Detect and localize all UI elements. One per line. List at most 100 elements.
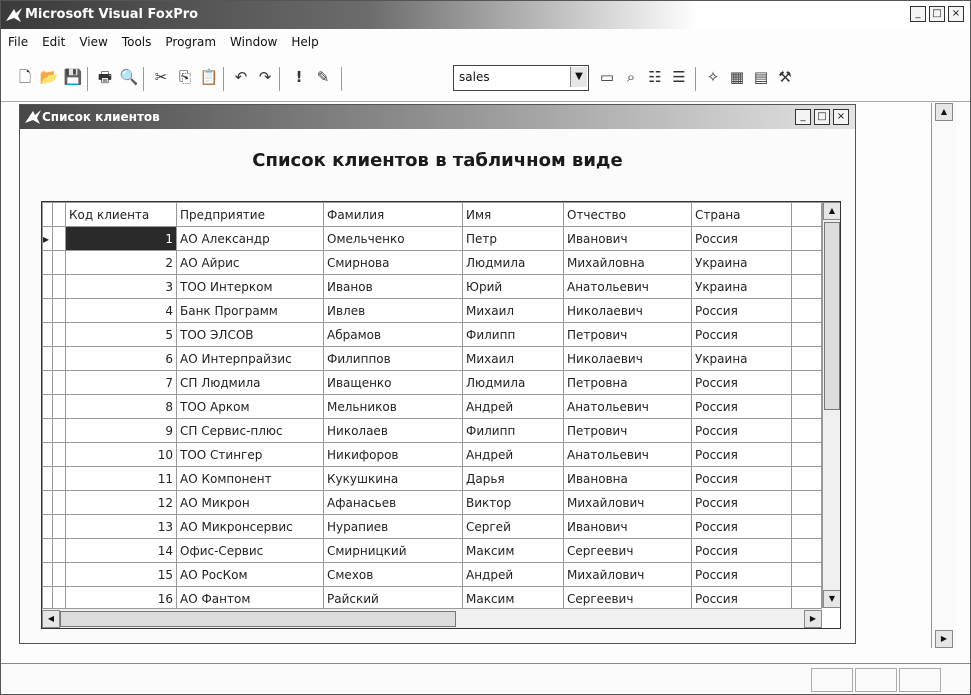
- row-selector[interactable]: [42, 562, 53, 587]
- form-maximize-button[interactable]: □: [814, 109, 830, 125]
- grid-cell[interactable]: Россия: [691, 466, 792, 491]
- autoreport-icon[interactable]: ▦: [727, 67, 747, 87]
- grid-cell[interactable]: Николаевич: [563, 346, 692, 371]
- grid-cell[interactable]: Максим: [462, 538, 564, 563]
- grid-cell[interactable]: Николаевич: [563, 298, 692, 323]
- grid-cell[interactable]: Россия: [691, 586, 792, 611]
- row-selector[interactable]: [42, 298, 53, 323]
- grid-cell[interactable]: Россия: [691, 490, 792, 515]
- row-selector[interactable]: [42, 538, 53, 563]
- scroll-right-icon[interactable]: ▶: [804, 610, 822, 628]
- grid-cell[interactable]: 3: [65, 274, 177, 299]
- menu-window[interactable]: Window: [223, 35, 284, 49]
- grid-cell[interactable]: Юрий: [462, 274, 564, 299]
- grid-cell[interactable]: Анатольевич: [563, 442, 692, 467]
- grid-cell[interactable]: Петр: [462, 226, 564, 251]
- table-row[interactable]: 7 СП Людмила Иващенко Людмила Петровна Россия: [42, 370, 822, 395]
- grid-cell[interactable]: Людмила: [462, 250, 564, 275]
- grid-cell[interactable]: Петрович: [563, 418, 692, 443]
- table-row[interactable]: 4 Банк Программ Ивлев Михаил Николаевич Росси…: [42, 298, 822, 323]
- grid-cell[interactable]: ТОО ЭЛСОВ: [176, 322, 324, 347]
- form-close-button[interactable]: ×: [833, 109, 849, 125]
- grid-cell[interactable]: Россия: [691, 442, 792, 467]
- grid-cell[interactable]: Виктор: [462, 490, 564, 515]
- cut-icon[interactable]: ✂: [151, 67, 171, 87]
- command-window-icon[interactable]: ▭: [597, 67, 617, 87]
- scroll-thumb[interactable]: [824, 222, 840, 410]
- close-button[interactable]: ×: [948, 6, 964, 22]
- current-record-pointer-icon[interactable]: ▸: [42, 226, 53, 251]
- form-titlebar[interactable]: Список клиентов _ □ ×: [20, 105, 855, 129]
- grid-cell[interactable]: АО Александр: [176, 226, 324, 251]
- grid-cell[interactable]: Михаил: [462, 298, 564, 323]
- main-vertical-scrollbar[interactable]: ▲ ▶: [931, 103, 956, 648]
- grid-cell[interactable]: Андрей: [462, 394, 564, 419]
- paste-icon[interactable]: 📋: [199, 67, 219, 87]
- grid-cell[interactable]: Филиппов: [323, 346, 463, 371]
- menu-program[interactable]: Program: [158, 35, 223, 49]
- grid-cell[interactable]: Смирницкий: [323, 538, 463, 563]
- undo-icon[interactable]: ↶: [231, 67, 251, 87]
- table-row[interactable]: 8 ТОО Арком Мельников Андрей Анатольевич Росс…: [42, 394, 822, 419]
- grid-cell[interactable]: ТОО Стингер: [176, 442, 324, 467]
- grid-cell[interactable]: Украина: [691, 274, 792, 299]
- grid-cell[interactable]: Иванов: [323, 274, 463, 299]
- grid-cell[interactable]: Россия: [691, 322, 792, 347]
- row-selector[interactable]: [42, 370, 53, 395]
- grid-cell[interactable]: Никифоров: [323, 442, 463, 467]
- grid-cell[interactable]: Омельченко: [323, 226, 463, 251]
- menu-help[interactable]: Help: [284, 35, 325, 49]
- row-selector[interactable]: [42, 466, 53, 491]
- grid-cell[interactable]: Мельников: [323, 394, 463, 419]
- grid-cell[interactable]: Смехов: [323, 562, 463, 587]
- grid-cell[interactable]: Украина: [691, 346, 792, 371]
- table-row[interactable]: 9 СП Сервис-плюс Николаев Филипп Петрович Рос…: [42, 418, 822, 443]
- data-session-icon[interactable]: ⌕: [621, 67, 641, 87]
- grid-cell[interactable]: Украина: [691, 250, 792, 275]
- grid-cell[interactable]: Людмила: [462, 370, 564, 395]
- grid-cell[interactable]: СП Сервис-плюс: [176, 418, 324, 443]
- table-row[interactable]: 14 Офис-Сервис Смирницкий Максим Сергеевич Ро…: [42, 538, 822, 563]
- grid-cell[interactable]: 5: [65, 322, 177, 347]
- grid-cell[interactable]: Николаев: [323, 418, 463, 443]
- grid-cell[interactable]: Россия: [691, 562, 792, 587]
- grid-cell[interactable]: Иващенко: [323, 370, 463, 395]
- run-icon[interactable]: !: [289, 67, 309, 87]
- grid-cell[interactable]: АО Фантом: [176, 586, 324, 611]
- table-row[interactable]: 2 АО Айрис Смирнова Людмила Михайловна Украин…: [42, 250, 822, 275]
- grid-cell[interactable]: Афанасьев: [323, 490, 463, 515]
- row-selector[interactable]: [42, 514, 53, 539]
- grid-cell[interactable]: Сергеевич: [563, 586, 692, 611]
- grid-cell[interactable]: Филипп: [462, 418, 564, 443]
- grid-cell[interactable]: Михайловна: [563, 250, 692, 275]
- row-selector[interactable]: [42, 250, 53, 275]
- grid-cell[interactable]: Андрей: [462, 562, 564, 587]
- grid-cell[interactable]: СП Людмила: [176, 370, 324, 395]
- grid-cell[interactable]: 1: [65, 226, 177, 251]
- autoform-icon[interactable]: ✧: [703, 67, 723, 87]
- grid-cell[interactable]: Россия: [691, 418, 792, 443]
- grid-cell[interactable]: Дарья: [462, 466, 564, 491]
- scroll-down-icon[interactable]: ▼: [823, 590, 840, 608]
- chevron-down-icon[interactable]: ▼: [570, 67, 587, 87]
- row-selector[interactable]: [42, 418, 53, 443]
- column-header[interactable]: Предприятие: [176, 202, 324, 227]
- grid-cell[interactable]: Андрей: [462, 442, 564, 467]
- grid-cell[interactable]: 13: [65, 514, 177, 539]
- menu-file[interactable]: File: [1, 35, 35, 49]
- row-selector[interactable]: [42, 394, 53, 419]
- row-selector[interactable]: [42, 322, 53, 347]
- grid-cell[interactable]: АО РосКом: [176, 562, 324, 587]
- scroll-thumb[interactable]: [60, 611, 456, 627]
- grid-cell[interactable]: 6: [65, 346, 177, 371]
- clients-grid[interactable]: Код клиента Предприятие Фамилия Имя Отче…: [41, 201, 841, 629]
- table-row[interactable]: 3 ТОО Интерком Иванов Юрий Анатольевич Украин…: [42, 274, 822, 299]
- table-row[interactable]: 13 АО Микронсервис Нурапиев Сергей Иванович Р…: [42, 514, 822, 539]
- grid-vertical-scrollbar[interactable]: ▲ ▼: [822, 202, 840, 608]
- grid-cell[interactable]: Михайлович: [563, 490, 692, 515]
- print-icon[interactable]: 🖶: [95, 67, 115, 87]
- grid-cell[interactable]: 7: [65, 370, 177, 395]
- grid-cell[interactable]: 14: [65, 538, 177, 563]
- grid-cell[interactable]: Офис-Сервис: [176, 538, 324, 563]
- grid-cell[interactable]: АО Интерпрайзис: [176, 346, 324, 371]
